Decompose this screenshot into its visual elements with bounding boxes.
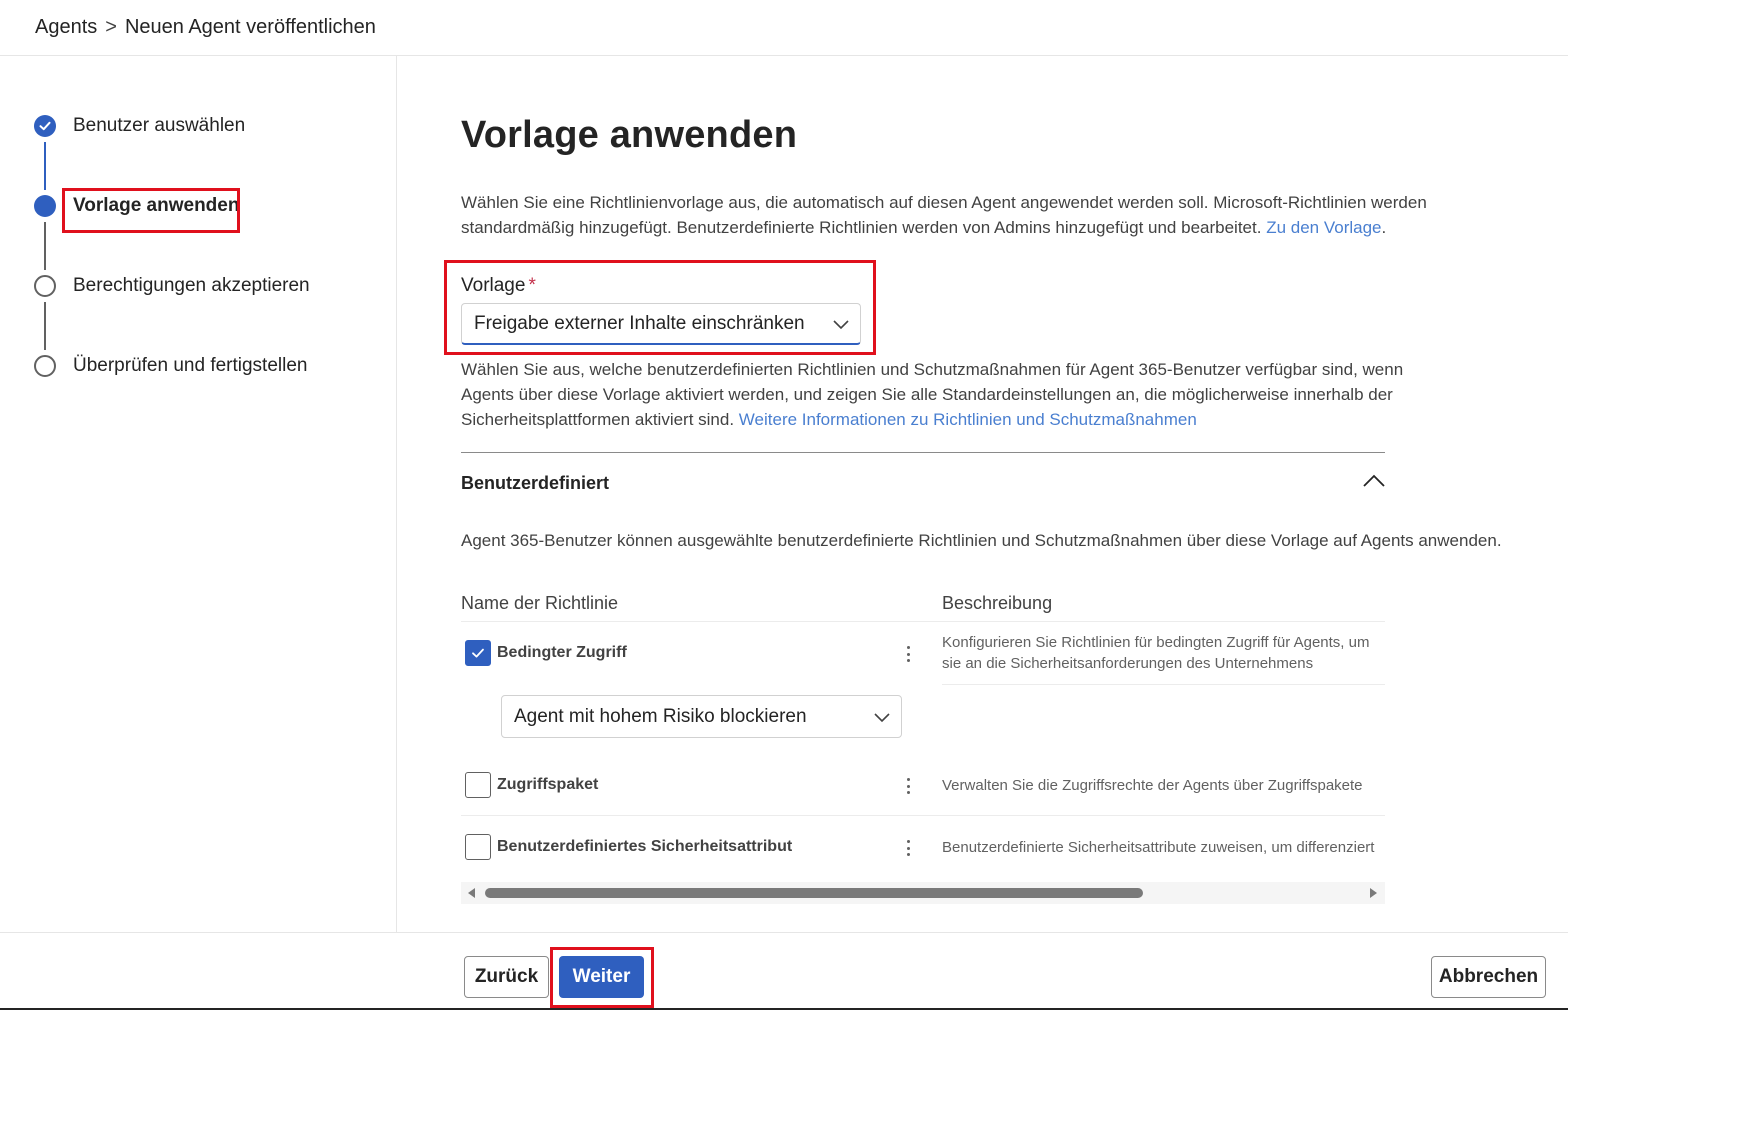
step-label: Benutzer auswählen xyxy=(73,115,246,136)
policy-description: Benutzerdefinierte Sicherheitsattribute … xyxy=(942,839,1375,856)
step-pending-circle-icon xyxy=(34,355,56,377)
policy-checkbox-access-package[interactable] xyxy=(465,772,491,798)
intro-period: . xyxy=(1381,218,1387,237)
policies-info-link[interactable]: Weitere Informationen zu Richtlinien und… xyxy=(739,410,1197,429)
policy-description: Verwalten Sie die Zugriffsrechte der Age… xyxy=(942,777,1363,794)
template-help-text: Wählen Sie aus, welche benutzerdefiniert… xyxy=(461,357,1451,432)
section-divider xyxy=(461,452,1385,453)
conditional-access-option-value: Agent mit hohem Risiko blockieren xyxy=(514,705,807,727)
policy-checkbox-custom-security-attribute[interactable] xyxy=(465,834,491,860)
chevron-up-icon[interactable] xyxy=(1362,472,1386,488)
table-row-divider xyxy=(461,621,1385,622)
policy-name: Benutzerdefiniertes Sicherheitsattribut xyxy=(497,838,793,855)
step-select-users[interactable]: Benutzer auswählen xyxy=(34,115,245,137)
checkmark-icon xyxy=(472,648,484,658)
table-horizontal-scrollbar[interactable] xyxy=(461,882,1385,904)
scroll-right-arrow-icon[interactable] xyxy=(1370,888,1377,898)
section-description: Agent 365-Benutzer können ausgewählte be… xyxy=(461,531,1502,550)
table-row-divider xyxy=(461,815,1385,816)
page-title: Vorlage anwenden xyxy=(461,114,798,156)
step-complete-check-icon xyxy=(34,115,56,137)
intro-text: Wählen Sie eine Richtlinienvorlage aus, … xyxy=(461,190,1461,240)
policy-name: Bedingter Zugriff xyxy=(497,644,627,661)
breadcrumb-current: Neuen Agent veröffentlichen xyxy=(124,16,376,38)
scrollbar-thumb[interactable] xyxy=(485,888,1143,898)
highlight-box xyxy=(62,188,240,233)
policy-checkbox-conditional-access[interactable] xyxy=(465,640,491,666)
cancel-button[interactable]: Abbrechen xyxy=(1431,956,1546,998)
step-review-finish[interactable]: Überprüfen und fertigstellen xyxy=(34,355,307,377)
step-connector xyxy=(44,142,46,190)
more-options-icon[interactable] xyxy=(901,644,915,664)
step-connector xyxy=(44,302,46,350)
breadcrumb: Agents > Neuen Agent veröffentlichen xyxy=(35,16,376,39)
step-current-dot-icon xyxy=(34,195,56,217)
breadcrumb-separator: > xyxy=(105,16,117,38)
step-label: Berechtigungen akzeptieren xyxy=(73,275,310,296)
step-pending-circle-icon xyxy=(34,275,56,297)
header-divider xyxy=(0,55,1568,56)
step-apply-template[interactable]: Vorlage anwenden xyxy=(34,195,239,217)
breadcrumb-agents[interactable]: Agents xyxy=(35,16,97,39)
footer-divider xyxy=(0,932,1568,933)
column-header-description: Beschreibung xyxy=(942,593,1053,613)
section-title-custom: Benutzerdefiniert xyxy=(461,473,610,493)
template-link[interactable]: Zu den Vorlage xyxy=(1266,218,1381,237)
highlight-box xyxy=(444,260,876,355)
policy-description: Konfigurieren Sie Richtlinien für beding… xyxy=(942,634,1370,672)
more-options-icon[interactable] xyxy=(901,838,915,858)
more-options-icon[interactable] xyxy=(901,776,915,796)
step-accept-permissions[interactable]: Berechtigungen akzeptieren xyxy=(34,275,310,297)
conditional-access-option-dropdown[interactable]: Agent mit hohem Risiko blockieren xyxy=(501,695,902,738)
column-header-name: Name der Richtlinie xyxy=(461,593,619,613)
policy-name: Zugriffspaket xyxy=(497,776,599,793)
chevron-down-icon xyxy=(874,712,890,722)
highlight-box xyxy=(550,947,654,1008)
step-connector xyxy=(44,222,46,270)
window-bottom-edge xyxy=(0,1008,1568,1010)
step-label: Überprüfen und fertigstellen xyxy=(73,355,308,376)
table-row-divider xyxy=(942,684,1385,685)
back-button[interactable]: Zurück xyxy=(464,956,549,998)
scroll-left-arrow-icon[interactable] xyxy=(468,888,475,898)
sidebar-divider xyxy=(396,56,397,932)
